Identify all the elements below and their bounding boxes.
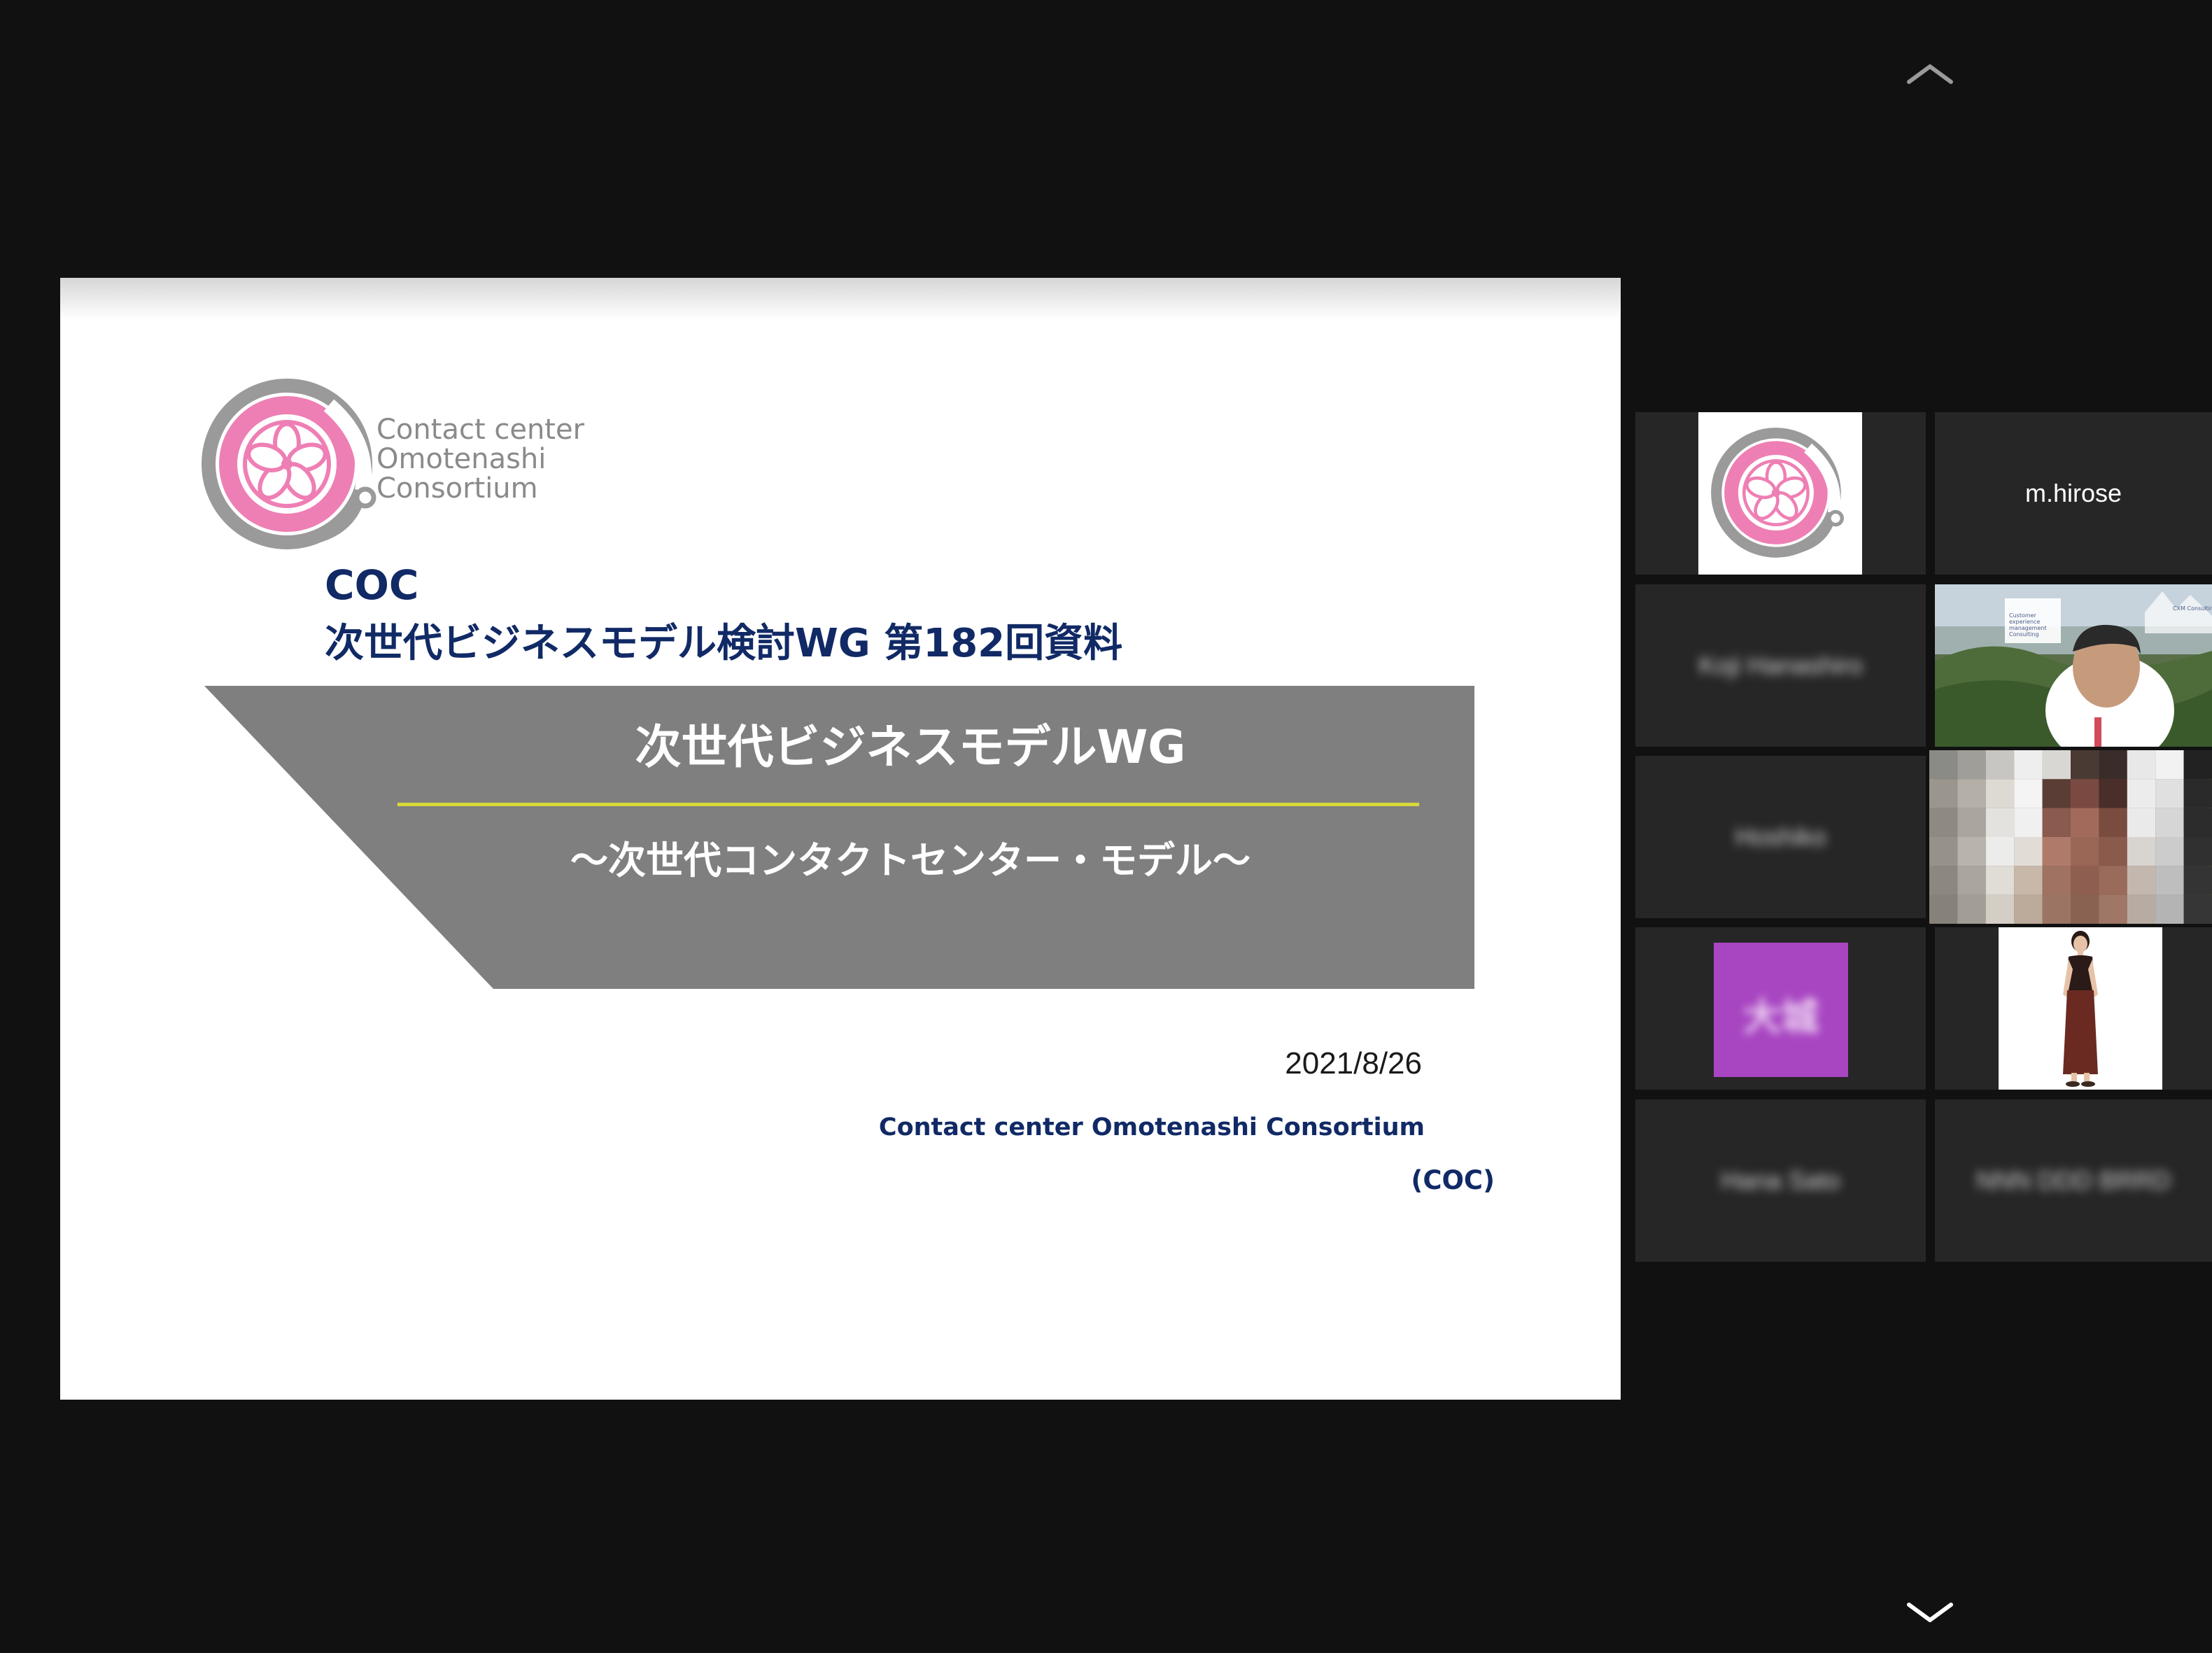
coc-logo-icon [1711,428,1844,558]
participant-name: m.hirose [2024,479,2122,507]
participant-tile-active-speaker[interactable] [1929,750,2212,924]
participant-name: Hoshiko [1735,822,1826,851]
participant-video-feed [1935,584,2212,747]
participant-name: NNN DDD BRRD [1976,1166,2171,1195]
avatar-initials: 大城 [1743,995,1819,1039]
participant-tile[interactable]: NNN DDD BRRD [1935,1099,2212,1262]
participant-avatar-illustration [1999,927,2162,1090]
participant-name: Koji Hanashiro [1698,651,1863,680]
slide-top-shadow [60,278,1621,320]
participant-tile[interactable]: Hana Sato [1635,1099,1926,1262]
participant-tile[interactable]: m.hirose [1935,412,2212,575]
participant-tile-video[interactable]: Customer experience management Consultin… [1935,584,2212,747]
chevron-down-icon[interactable] [1902,1599,1958,1627]
participant-avatar [1698,412,1862,575]
organization-name: Contact center Omotenashi Consortium [878,1113,1425,1141]
banner-subtitle: ～次世代コンタクトセンター・モデル～ [570,838,1251,882]
participant-tile[interactable]: Hoshiko [1635,756,1926,918]
logo-text-line: Omotenashi [376,443,547,475]
woman-illustration-icon [2063,931,2098,1087]
coc-logo-icon [202,379,376,549]
participant-name: Hana Sato [1721,1166,1840,1195]
shared-screen-slide: Contact center Omotenashi Consortium COC… [60,278,1621,1400]
participant-avatar-pixelated: 大城 [1714,943,1848,1077]
logo-text-line: Contact center [376,414,585,446]
participant-video-feed-pixelated [1929,750,2212,924]
meeting-window: Contact center Omotenashi Consortium COC… [0,0,2212,1653]
logo-text-line: Consortium [376,472,538,505]
banner-title: 次世代ビジネスモデルWG [635,720,1186,774]
chevron-up-icon[interactable] [1902,59,1958,87]
video-overlay-text: Customer experience management Consultin… [2009,612,2047,638]
slide-subheading: 次世代ビジネスモデル検討WG 第182回資料 [325,621,1123,666]
slide-date: 2021/8/26 [1285,1046,1422,1081]
organization-abbreviation: (COC) [1411,1165,1495,1195]
participant-tile[interactable]: 大城 [1635,927,1926,1090]
video-brand-text: CXM Consulting [2173,605,2212,612]
participant-tile[interactable] [1935,927,2212,1090]
participant-tile[interactable] [1635,412,1926,575]
slide-heading: COC [325,561,419,609]
banner-divider [397,803,1419,806]
participant-tile[interactable]: Koji Hanashiro [1635,584,1926,747]
